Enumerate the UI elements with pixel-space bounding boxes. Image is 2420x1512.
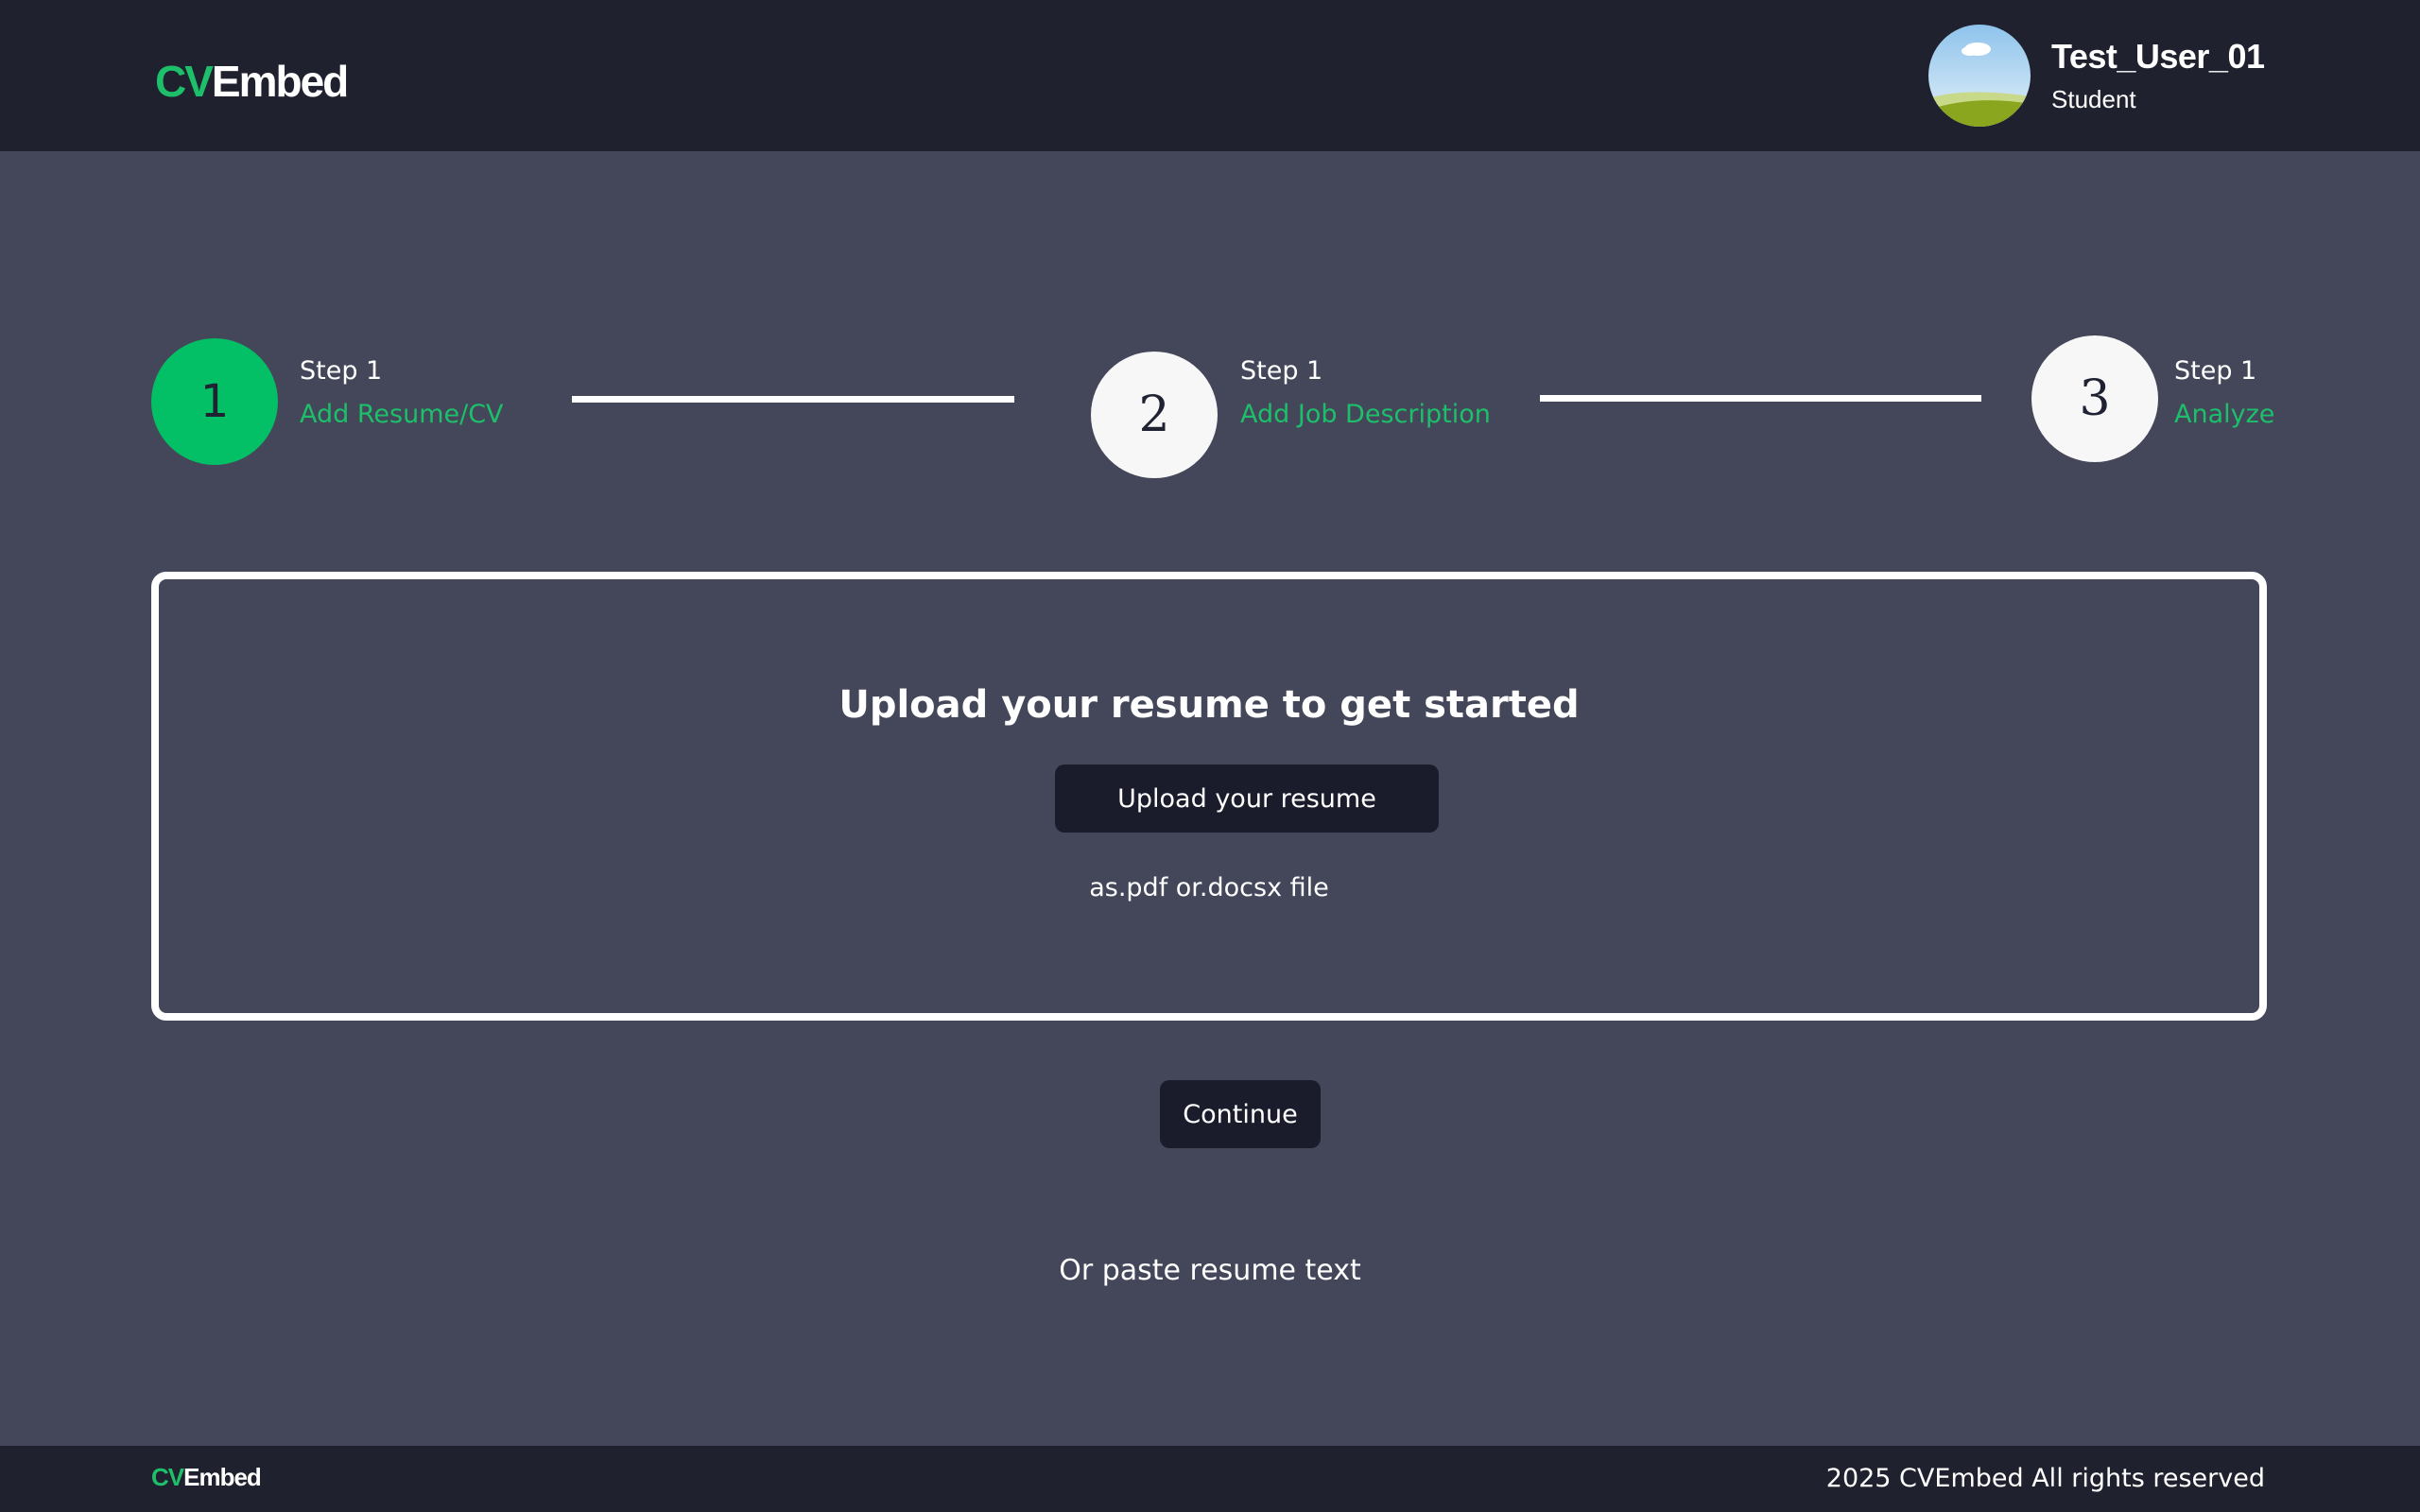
- step-connector-2: [1540, 395, 1981, 402]
- footer-copyright: 2025 CVEmbed All rights reserved: [1825, 1464, 2265, 1493]
- top-header: CVEmbed Test_User_01 Student: [0, 0, 2420, 151]
- step-1-label: Add Resume/CV: [300, 400, 504, 429]
- footer: CVEmbed 2025 CVEmbed All rights reserved: [0, 1446, 2420, 1512]
- paste-resume-text-link[interactable]: Or paste resume text: [0, 1253, 2420, 1289]
- step-3-title: Step 1: [2174, 356, 2257, 386]
- upload-dropzone[interactable]: Upload your resume to get started Upload…: [151, 572, 2267, 1021]
- user-name: Test_User_01: [2051, 37, 2265, 76]
- brand-logo-cv: CV: [155, 57, 214, 106]
- user-role: Student: [2051, 85, 2136, 113]
- step-2-title: Step 1: [1240, 356, 1323, 386]
- brand-logo[interactable]: CVEmbed: [155, 53, 349, 110]
- upload-heading: Upload your resume to get started: [838, 683, 1580, 727]
- step-3-circle[interactable]: 3: [2031, 335, 2158, 462]
- avatar[interactable]: [1928, 25, 2031, 127]
- brand-logo-embed: Embed: [211, 57, 349, 106]
- continue-button[interactable]: Continue: [1160, 1080, 1321, 1148]
- footer-logo-cv: CV: [151, 1463, 184, 1491]
- upload-resume-button[interactable]: Upload your resume: [1055, 765, 1439, 833]
- step-1-circle[interactable]: 1: [151, 338, 278, 465]
- step-3-label: Analyze: [2174, 400, 2275, 429]
- step-connector-1: [572, 396, 1014, 403]
- step-2-label: Add Job Description: [1240, 400, 1491, 429]
- footer-brand-logo[interactable]: CVEmbed: [151, 1461, 262, 1493]
- upload-file-hint: as.pdf or.docsx file: [1089, 873, 1329, 902]
- step-1-title: Step 1: [300, 356, 383, 386]
- footer-logo-embed: Embed: [183, 1463, 262, 1491]
- landscape-avatar-icon: [1928, 25, 2031, 127]
- step-2-circle[interactable]: 2: [1091, 352, 1218, 478]
